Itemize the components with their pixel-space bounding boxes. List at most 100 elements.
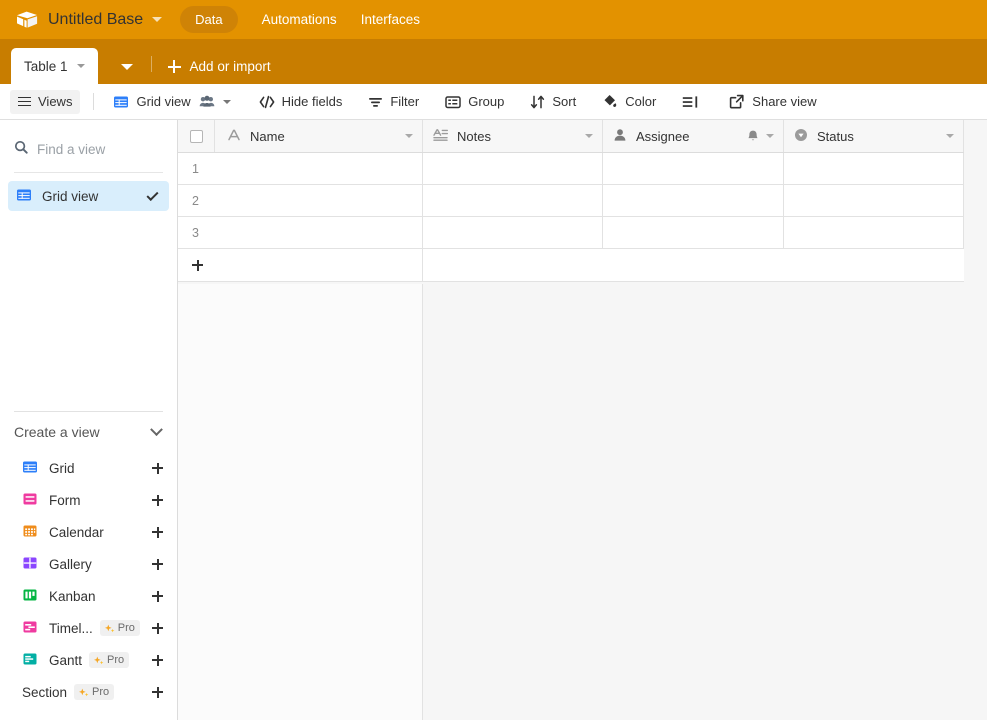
people-icon xyxy=(199,95,215,108)
nav-tab-interfaces[interactable]: Interfaces xyxy=(361,12,420,27)
column-header-label: Status xyxy=(817,128,854,144)
chevron-down-icon[interactable] xyxy=(150,422,163,436)
row-number: 2 xyxy=(192,193,199,208)
select-all-cell[interactable] xyxy=(178,120,215,152)
checkbox-icon[interactable] xyxy=(189,129,203,143)
table-tab-strip: Table 1 Add or import xyxy=(0,39,987,84)
find-a-view-input[interactable] xyxy=(37,141,157,157)
hide-fields-button[interactable]: Hide fields xyxy=(251,90,351,114)
chevron-down-icon[interactable] xyxy=(585,134,593,138)
chevron-down-icon[interactable] xyxy=(405,134,413,138)
airtable-cube-icon[interactable] xyxy=(14,7,40,33)
chevron-down-icon[interactable] xyxy=(766,134,774,138)
view-type-gantt[interactable]: Gantt Pro xyxy=(0,644,177,676)
grid-container: Name Notes Assignee Status 1 2 3 xyxy=(178,120,987,720)
add-row-rest xyxy=(423,249,964,281)
cell-name[interactable] xyxy=(215,217,423,248)
long-text-field-icon xyxy=(433,128,448,145)
view-type-form[interactable]: Form xyxy=(0,484,177,516)
table-row[interactable]: 3 xyxy=(178,217,964,249)
find-a-view-row[interactable] xyxy=(0,134,177,164)
view-type-label: Gantt xyxy=(49,652,83,668)
column-header-name[interactable]: Name xyxy=(215,120,423,152)
view-type-label: Kanban xyxy=(49,588,96,604)
column-header-assignee[interactable]: Assignee xyxy=(603,120,784,152)
view-type-section[interactable]: Section Pro xyxy=(0,676,177,708)
group-label: Group xyxy=(468,94,505,109)
view-type-label: Grid xyxy=(49,460,75,476)
filter-label: Filter xyxy=(390,94,420,109)
cell-name[interactable] xyxy=(215,185,423,216)
plus-icon[interactable] xyxy=(152,686,163,698)
nav-tab-automations[interactable]: Automations xyxy=(262,12,337,27)
cell-assignee[interactable] xyxy=(603,153,784,184)
views-sidebar: Grid view Create a view xyxy=(0,120,178,720)
table-row[interactable]: 2 xyxy=(178,185,964,217)
share-view-button[interactable]: Share view xyxy=(721,90,824,114)
view-type-gallery[interactable]: Gallery xyxy=(0,548,177,580)
current-view-button[interactable]: Grid view xyxy=(105,90,238,114)
hamburger-icon xyxy=(18,96,31,107)
add-row[interactable] xyxy=(178,249,964,282)
row-height-button[interactable] xyxy=(674,90,707,114)
view-type-kanban[interactable]: Kanban xyxy=(0,580,177,612)
table-row[interactable]: 1 xyxy=(178,153,964,185)
plus-icon[interactable] xyxy=(152,526,163,538)
cell-notes[interactable] xyxy=(423,217,603,248)
view-type-label: Form xyxy=(49,492,81,508)
plus-icon[interactable] xyxy=(152,654,163,666)
base-title-chevron-down-icon[interactable] xyxy=(152,17,163,22)
hide-fields-icon xyxy=(259,95,275,109)
plus-icon xyxy=(167,60,181,73)
filter-button[interactable]: Filter xyxy=(360,90,427,114)
nav-tab-data[interactable]: Data xyxy=(180,6,238,33)
column-header-label: Name xyxy=(250,128,285,144)
cell-status[interactable] xyxy=(784,217,964,248)
top-header-bar: Untitled Base Data Automations Interface… xyxy=(0,0,987,39)
plus-icon[interactable] xyxy=(152,590,163,602)
view-type-label: Section xyxy=(22,684,68,700)
cell-name[interactable] xyxy=(215,153,423,184)
cell-assignee[interactable] xyxy=(603,217,784,248)
sparkle-icon xyxy=(93,655,104,666)
plus-icon[interactable] xyxy=(152,622,163,634)
plus-icon[interactable] xyxy=(152,494,163,506)
current-view-chevron-down-icon[interactable] xyxy=(222,99,231,104)
cell-status[interactable] xyxy=(784,153,964,184)
view-type-timeline[interactable]: Timel... Pro xyxy=(0,612,177,644)
group-button[interactable]: Group xyxy=(437,90,512,114)
view-type-calendar[interactable]: Calendar xyxy=(0,516,177,548)
plus-icon[interactable] xyxy=(192,259,203,271)
cell-notes[interactable] xyxy=(423,153,603,184)
create-a-view-label: Create a view xyxy=(14,424,100,440)
app-body: Grid view Create a view xyxy=(0,120,987,720)
column-header-status[interactable]: Status xyxy=(784,120,964,152)
chevron-down-icon[interactable] xyxy=(946,134,954,138)
sort-button[interactable]: Sort xyxy=(522,90,584,114)
gallery-view-icon xyxy=(22,555,38,574)
plus-icon[interactable] xyxy=(152,462,163,474)
bell-icon[interactable] xyxy=(746,129,760,143)
plus-icon[interactable] xyxy=(152,558,163,570)
views-toggle-button[interactable]: Views xyxy=(10,89,81,114)
table-tab-table-1[interactable]: Table 1 xyxy=(11,48,98,84)
view-type-grid[interactable]: Grid xyxy=(0,452,177,484)
base-title[interactable]: Untitled Base xyxy=(48,11,143,29)
color-button[interactable]: Color xyxy=(594,90,664,114)
create-a-view-header[interactable]: Create a view xyxy=(0,412,177,452)
color-icon xyxy=(602,94,618,109)
add-row-button[interactable] xyxy=(178,249,423,281)
form-view-icon xyxy=(22,491,38,510)
table-tab-chevron-down-icon[interactable] xyxy=(76,64,85,68)
sort-icon xyxy=(530,95,545,109)
pro-badge: Pro xyxy=(74,684,115,700)
add-or-import-button[interactable]: Add or import xyxy=(167,59,271,74)
cell-notes[interactable] xyxy=(423,185,603,216)
add-or-import-label: Add or import xyxy=(189,59,271,74)
column-header-notes[interactable]: Notes xyxy=(423,120,603,152)
cell-status[interactable] xyxy=(784,185,964,216)
sidebar-item-grid-view[interactable]: Grid view xyxy=(8,181,169,211)
tab-list-chevron-down-icon[interactable] xyxy=(120,64,133,70)
cell-assignee[interactable] xyxy=(603,185,784,216)
